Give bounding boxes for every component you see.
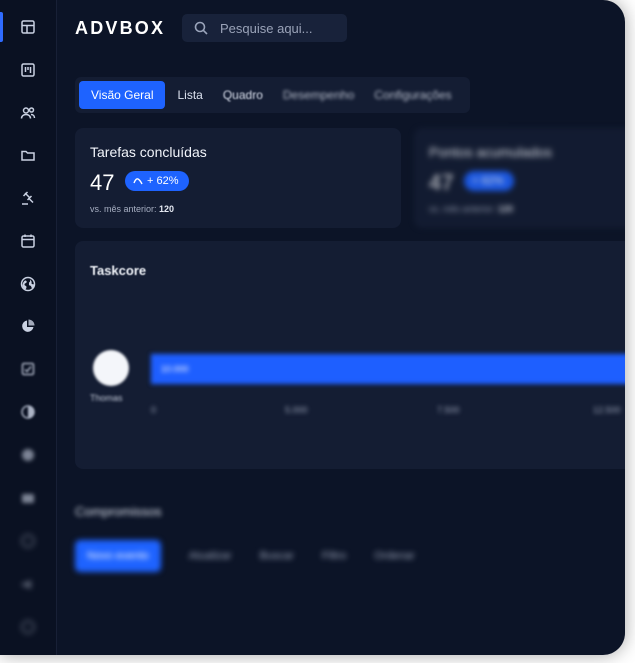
- avatar-name: Thomas: [90, 393, 123, 403]
- stat-card-value: 47: [429, 170, 454, 195]
- axis-tick: 7.500: [437, 405, 460, 415]
- trend-badge: + 62%: [125, 171, 189, 191]
- score-bar[interactable]: 10.000: [151, 354, 625, 384]
- tab-lista[interactable]: Lista: [169, 81, 210, 109]
- trend-up-icon: [133, 178, 143, 185]
- avatar[interactable]: [93, 350, 129, 386]
- megaphone-icon[interactable]: [20, 576, 36, 592]
- filter-button[interactable]: Filtro: [322, 540, 346, 572]
- stat-card-tarefas: Tarefas concluídas 47 + 62% vs. mês ante…: [75, 128, 401, 228]
- app-window: ADVBOX Visão Geral Lista Quadro Desempen…: [0, 0, 625, 655]
- tab-quadro[interactable]: Quadro: [215, 81, 271, 109]
- folder-icon[interactable]: [20, 147, 36, 163]
- comparison-value: 120: [159, 204, 175, 214]
- search-button[interactable]: Buscar: [260, 540, 294, 572]
- new-event-button[interactable]: Novo evento: [75, 540, 161, 572]
- comparison-value: 120: [498, 204, 514, 214]
- refresh-button[interactable]: Atualizar: [189, 540, 232, 572]
- tab-visao-geral[interactable]: Visão Geral: [79, 81, 166, 109]
- pie-icon[interactable]: [20, 404, 36, 420]
- score-bar-label: 10.000: [161, 364, 189, 374]
- chart-pie-icon[interactable]: [20, 318, 36, 334]
- stat-card-comparison: vs. mês anterior: 120: [90, 204, 174, 214]
- section-actions: Novo evento Atualizar Buscar Filtro Orde…: [75, 540, 443, 572]
- tab-desempenho[interactable]: Desempenho: [275, 81, 362, 109]
- stat-card-comparison: vs. mês anterior: 120: [429, 204, 513, 214]
- app-logo[interactable]: ADVBOX: [75, 18, 165, 39]
- stat-card-title: Pontos acumulados: [429, 144, 552, 160]
- sidebar: [0, 0, 57, 655]
- gear-icon[interactable]: [20, 447, 36, 463]
- stat-card-title: Tarefas concluídas: [90, 144, 207, 160]
- stat-card-value: 47: [90, 170, 115, 195]
- taskcore-panel: Taskcore Thomas 10.000 0 5.000 7.500 12.…: [75, 241, 625, 469]
- layout-icon[interactable]: [20, 19, 36, 35]
- users-icon[interactable]: [20, 105, 36, 121]
- view-tabs: Visão Geral Lista Quadro Desempenho Conf…: [75, 77, 470, 113]
- sidebar-active-indicator: [0, 12, 3, 42]
- sort-button[interactable]: Ordenar: [374, 540, 414, 572]
- gavel-icon[interactable]: [20, 190, 36, 206]
- section-title: Compromissos: [75, 504, 162, 519]
- support-icon[interactable]: [20, 619, 36, 635]
- axis-tick: 5.000: [285, 405, 308, 415]
- trend-badge-label: + 62%: [472, 175, 504, 187]
- trend-badge-label: + 62%: [147, 175, 179, 187]
- taskcore-title: Taskcore: [90, 263, 147, 278]
- globe-icon[interactable]: [20, 276, 36, 292]
- tab-configuracoes[interactable]: Configurações: [366, 81, 459, 109]
- search-bar: [182, 14, 347, 42]
- search-input[interactable]: [218, 19, 342, 37]
- checkbox-icon[interactable]: [20, 361, 36, 377]
- trend-badge: + 62%: [464, 171, 514, 191]
- comparison-label: vs. mês anterior:: [90, 204, 157, 214]
- card-icon[interactable]: [20, 490, 36, 506]
- search-icon: [194, 21, 208, 35]
- stat-card-pontos: Pontos acumulados 47 + 62% vs. mês anter…: [414, 128, 625, 228]
- clock-icon[interactable]: [20, 533, 36, 549]
- axis-tick: 12.500: [593, 405, 621, 415]
- kanban-icon[interactable]: [20, 62, 36, 78]
- axis-tick: 0: [151, 405, 157, 415]
- comparison-label: vs. mês anterior:: [429, 204, 496, 214]
- calendar-icon[interactable]: [20, 233, 36, 249]
